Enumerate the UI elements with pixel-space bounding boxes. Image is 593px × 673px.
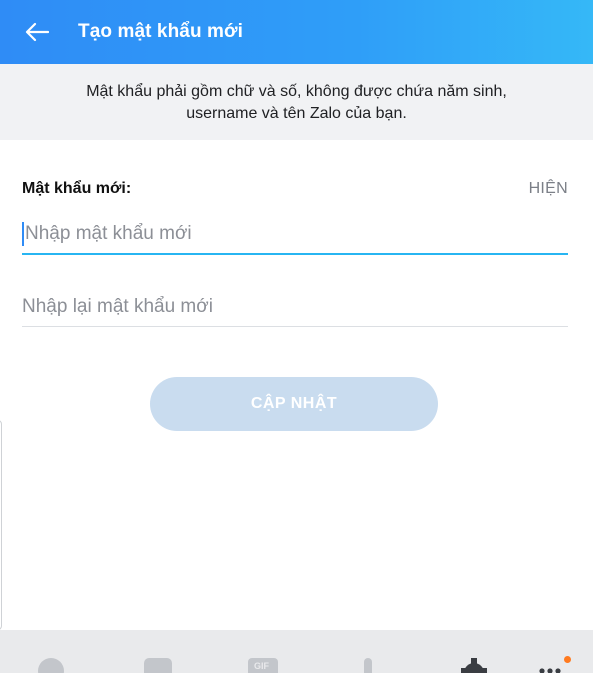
side-panel-edge bbox=[0, 420, 2, 630]
back-button[interactable] bbox=[8, 0, 66, 64]
new-password-placeholder: Nhập mật khẩu mới bbox=[25, 223, 192, 244]
new-password-label: Mật khẩu mới: bbox=[22, 180, 132, 197]
notice-line-2: username và tên Zalo của bạn. bbox=[186, 105, 407, 122]
confirm-password-input[interactable]: Nhập lại mật khẩu mới bbox=[22, 287, 568, 327]
app-bar: Tạo mật khẩu mới bbox=[0, 0, 593, 64]
microphone-icon[interactable] bbox=[358, 656, 378, 673]
page-title: Tạo mật khẩu mới bbox=[78, 21, 244, 42]
emoji-icon[interactable] bbox=[36, 656, 66, 673]
gear-icon[interactable] bbox=[458, 656, 490, 673]
update-button[interactable]: CẬP NHẬT bbox=[150, 377, 438, 431]
new-password-input[interactable]: Nhập mật khẩu mới bbox=[22, 215, 568, 255]
show-password-toggle[interactable]: HIỆN bbox=[529, 180, 568, 198]
arrow-left-icon bbox=[25, 22, 49, 42]
sticker-icon[interactable] bbox=[142, 656, 174, 673]
more-icon[interactable] bbox=[538, 656, 562, 673]
notice-line-1: Mật khẩu phải gồm chữ và số, không được … bbox=[86, 83, 507, 100]
text-cursor bbox=[22, 222, 24, 246]
password-rules-notice: Mật khẩu phải gồm chữ và số, không được … bbox=[0, 64, 593, 140]
notification-dot bbox=[564, 656, 571, 663]
gif-icon[interactable]: GIF bbox=[246, 656, 280, 673]
gif-label: GIF bbox=[254, 661, 269, 671]
confirm-password-placeholder: Nhập lại mật khẩu mới bbox=[22, 295, 213, 317]
keyboard-toolbar: GIF bbox=[0, 630, 593, 673]
new-password-label-row: Mật khẩu mới: HIỆN bbox=[22, 180, 568, 198]
